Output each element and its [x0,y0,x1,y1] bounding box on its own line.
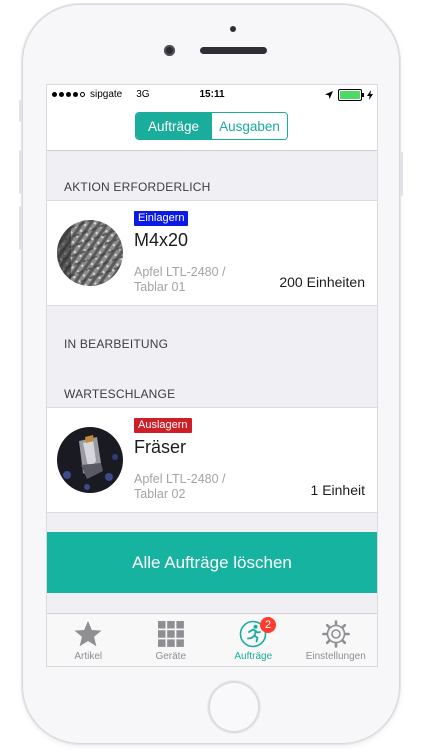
order-location-line: Apfel LTL-2480 / [134,265,226,279]
order-thumbnail [57,427,123,493]
home-button[interactable] [208,681,260,733]
grid-icon [157,621,184,647]
tab-geraete[interactable]: Geräte [130,614,213,666]
tab-badge-count: 2 [260,617,276,633]
order-quantity: 200 Einheiten [279,274,365,290]
tab-bar: Artikel Geräte 2 Aufträge Einstellungen [47,613,377,666]
proximity-sensor [230,26,236,32]
order-title: Fräser [134,437,187,457]
segment-auftraege[interactable]: Aufträge [136,113,211,139]
milling-cutter-photo [57,427,123,493]
battery-icon [338,89,364,101]
mute-switch [19,100,22,122]
order-quantity: 1 Einheit [310,482,365,498]
order-location: Apfel LTL-2480 / Tablar 01 [134,265,254,295]
earpiece-speaker [200,47,267,54]
segmented-control: Aufträge Ausgaben [135,112,288,140]
star-icon [74,621,102,647]
tab-label: Geräte [155,651,187,662]
volume-down-button [19,206,22,250]
order-thumbnail [57,220,123,286]
order-location-line: Apfel LTL-2480 / [134,472,226,486]
status-bar: sipgate 3G 15:11 [47,85,377,105]
order-type-badge: Einlagern [134,211,189,226]
location-arrow-icon [325,91,333,99]
order-type-badge: Auslagern [134,418,192,433]
tab-einstellungen[interactable]: Einstellungen [295,614,378,666]
tab-auftraege[interactable]: 2 Aufträge [212,614,295,666]
section-header-action-required: AKTION ERFORDERLICH [64,180,211,194]
volume-up-button [19,150,22,194]
section-header-queue: WARTESCHLANGE [64,387,176,401]
segment-ausgaben[interactable]: Ausgaben [211,113,287,139]
app-screen: sipgate 3G 15:11 Aufträge Ausgaben AKTIO… [46,84,378,667]
navigation-bar: Aufträge Ausgaben [47,105,377,151]
clear-all-orders-button[interactable]: Alle Aufträge löschen [47,532,377,593]
tab-artikel[interactable]: Artikel [47,614,130,666]
order-location-line: Tablar 02 [134,487,186,501]
order-title: M4x20 [134,230,189,250]
status-right [325,89,373,101]
order-location: Apfel LTL-2480 / Tablar 02 [134,472,254,502]
charging-bolt-icon [367,90,373,100]
gear-icon [321,620,350,648]
power-button [400,152,403,196]
screws-photo [57,220,123,286]
section-header-in-progress: IN BEARBEITUNG [64,337,169,351]
front-camera [164,45,175,56]
order-location-line: Tablar 01 [134,280,186,294]
tab-label: Artikel [74,651,103,662]
order-card[interactable]: Einlagern M4x20 Apfel LTL-2480 / Tablar … [47,200,377,306]
order-card[interactable]: Auslagern Fräser Apfel LTL-2480 / Tablar… [47,407,377,513]
tab-label: Aufträge [234,651,273,662]
tab-label: Einstellungen [305,651,366,662]
